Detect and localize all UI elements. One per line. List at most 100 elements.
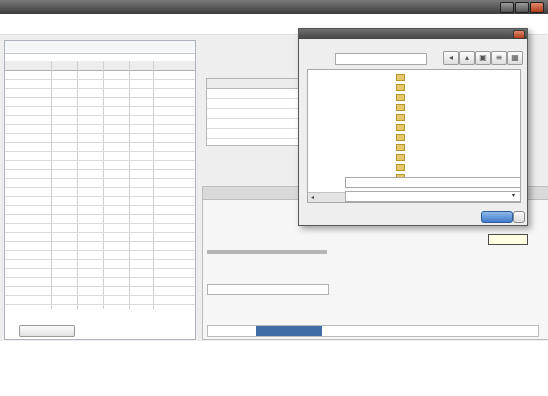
file-type-select[interactable]: ▾ [345, 191, 521, 202]
table-cell [105, 152, 129, 160]
list-item[interactable] [394, 92, 516, 102]
grid-column-header[interactable] [7, 61, 51, 69]
table-row[interactable] [5, 206, 195, 215]
footer-text [258, 371, 478, 381]
center-column-header[interactable] [249, 79, 271, 88]
table-cell [79, 197, 103, 205]
close-button[interactable] [530, 2, 544, 13]
table-row[interactable] [5, 134, 195, 143]
folder-icon [396, 163, 405, 171]
table-cell [131, 107, 153, 115]
list-item[interactable] [394, 152, 516, 162]
lower-tab[interactable] [440, 326, 514, 336]
table-row[interactable] [207, 89, 299, 99]
table-row[interactable] [5, 305, 195, 309]
table-row[interactable] [5, 188, 195, 197]
table-row[interactable] [5, 98, 195, 107]
table-row[interactable] [207, 129, 299, 139]
table-row[interactable] [5, 251, 195, 260]
folder-icon [396, 73, 405, 81]
lower-tab-active[interactable] [256, 326, 322, 336]
table-row[interactable] [5, 170, 195, 179]
list-item[interactable] [394, 132, 516, 142]
table-cell [7, 116, 51, 124]
dialog-close-button[interactable] [513, 30, 525, 39]
table-cell [131, 80, 153, 88]
minimize-button[interactable] [500, 2, 514, 13]
list-view-button[interactable]: ≡ [491, 51, 507, 65]
lower-input-field[interactable] [207, 284, 329, 295]
new-folder-button[interactable]: ▣ [475, 51, 491, 65]
grid-body[interactable] [5, 71, 195, 309]
table-cell [7, 134, 51, 142]
table-row[interactable] [5, 107, 195, 116]
list-item[interactable] [394, 82, 516, 92]
table-cell [105, 269, 129, 277]
list-item[interactable] [394, 72, 516, 82]
maximize-button[interactable] [515, 2, 529, 13]
table-row[interactable] [5, 269, 195, 278]
table-row[interactable] [5, 233, 195, 242]
lower-tab[interactable] [234, 326, 256, 336]
table-row[interactable] [5, 260, 195, 269]
dialog-ok-button[interactable] [481, 211, 513, 223]
lower-tab[interactable] [322, 326, 346, 336]
table-row[interactable] [5, 152, 195, 161]
table-cell [79, 260, 103, 268]
footer-text [258, 359, 478, 369]
table-cell [7, 143, 51, 151]
list-item[interactable] [394, 142, 516, 152]
table-cell [7, 305, 51, 309]
left-panel-button[interactable] [19, 325, 75, 337]
table-row[interactable] [5, 125, 195, 134]
table-cell [155, 98, 191, 106]
grid-column-header[interactable] [79, 61, 103, 69]
lower-tab[interactable] [212, 326, 234, 336]
dialog-cancel-button[interactable] [513, 211, 525, 223]
table-row[interactable] [5, 242, 195, 251]
table-row[interactable] [5, 80, 195, 89]
center-column-header[interactable] [275, 79, 297, 88]
table-row[interactable] [5, 89, 195, 98]
table-cell [53, 287, 77, 295]
list-item[interactable] [394, 122, 516, 132]
table-row[interactable] [5, 278, 195, 287]
table-row[interactable] [5, 224, 195, 233]
file-dialog: ◂ ▴ ▣ ≡ ▦ ◂ ▸ ▾ [298, 28, 528, 226]
table-row[interactable] [5, 287, 195, 296]
center-column-header[interactable] [209, 79, 245, 88]
table-row[interactable] [5, 116, 195, 125]
grid-column-header[interactable] [53, 61, 77, 69]
grid-column-header[interactable] [131, 61, 153, 69]
back-button[interactable]: ◂ [443, 51, 459, 65]
table-row[interactable] [5, 71, 195, 80]
table-cell [155, 242, 191, 250]
detail-view-button[interactable]: ▦ [507, 51, 523, 65]
table-cell [79, 179, 103, 187]
table-cell [131, 197, 153, 205]
table-row[interactable] [5, 197, 195, 206]
grid-column-header[interactable] [155, 61, 191, 69]
table-row[interactable] [207, 109, 299, 119]
lower-tab[interactable] [346, 326, 440, 336]
grid-column-header[interactable] [105, 61, 129, 69]
table-cell [7, 278, 51, 286]
table-cell [155, 125, 191, 133]
dialog-path-field[interactable] [335, 53, 427, 65]
table-row[interactable] [207, 99, 299, 109]
table-row[interactable] [5, 296, 195, 305]
table-cell [209, 89, 245, 98]
table-cell [53, 305, 77, 309]
table-row[interactable] [207, 119, 299, 129]
table-row[interactable] [5, 215, 195, 224]
table-row[interactable] [5, 161, 195, 170]
table-row[interactable] [5, 143, 195, 152]
table-row[interactable] [5, 179, 195, 188]
list-item[interactable] [394, 112, 516, 122]
table-cell [7, 152, 51, 160]
up-folder-button[interactable]: ▴ [459, 51, 475, 65]
table-cell [131, 296, 153, 304]
file-name-field[interactable] [345, 177, 521, 188]
list-item[interactable] [394, 102, 516, 112]
list-item[interactable] [394, 162, 516, 172]
